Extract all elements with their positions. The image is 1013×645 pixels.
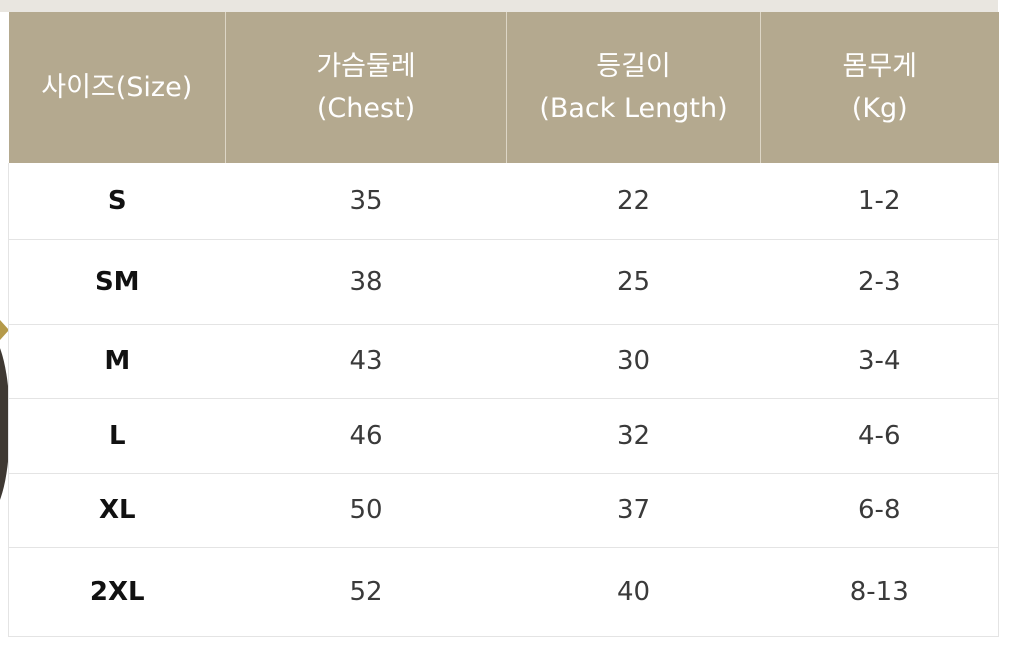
table-row: L 46 32 4-6: [8, 397, 999, 473]
table-row: 2XL 52 40 8-13: [8, 546, 999, 637]
top-background-band: [0, 0, 1013, 12]
back-length-cell: 22: [616, 185, 651, 216]
header-chest-label: 가슴둘레: [316, 50, 416, 82]
back-length-cell: 30: [506, 323, 761, 398]
header-row: 사이즈(Size) 가슴둘레 (Chest) 등길이 (Back Length)…: [8, 12, 999, 163]
size-cell: L: [8, 397, 226, 473]
header-size-label: 사이즈(Size): [41, 71, 193, 103]
size-cell: 2XL: [8, 546, 226, 637]
weight-cell: 6-8: [760, 472, 999, 547]
size-cell: M: [8, 323, 226, 398]
back-length-cell: 37: [506, 472, 761, 547]
header-chest: 가슴둘레 (Chest): [225, 12, 507, 163]
header-back-length-sublabel: (Back Length): [539, 92, 728, 124]
back-length-cell: 25: [506, 238, 761, 324]
table-row: M 43 30 3-4: [8, 323, 999, 398]
right-margin: [998, 0, 1013, 645]
chest-cell: 50: [225, 472, 507, 547]
weight-cell: 2-3: [760, 238, 999, 324]
header-weight: 몸무게 (Kg): [760, 12, 999, 163]
table-row: S 35 22 1-2: [8, 163, 999, 239]
weight-cell: 4-6: [760, 397, 999, 473]
back-length-cell: 32: [506, 397, 761, 473]
chest-cell: 52: [225, 546, 507, 637]
header-weight-label: 몸무게: [842, 50, 918, 82]
weight-cell: 1-2: [760, 163, 999, 239]
table-row: SM 38 25 2-3: [8, 238, 999, 324]
chest-cell: 46: [225, 397, 507, 473]
header-size: 사이즈(Size): [8, 12, 226, 163]
chest-cell: 35: [349, 185, 383, 216]
back-length-cell: 40: [506, 546, 761, 637]
size-chart-table: 사이즈(Size) 가슴둘레 (Chest) 등길이 (Back Length)…: [8, 12, 999, 637]
header-back-length: 등길이 (Back Length): [506, 12, 761, 163]
chest-cell: 38: [225, 238, 507, 324]
weight-cell: 8-13: [760, 546, 999, 637]
header-weight-sublabel: (Kg): [851, 92, 908, 124]
chest-cell: 43: [225, 323, 507, 398]
size-cell: S: [8, 163, 226, 239]
weight-cell: 3-4: [760, 323, 999, 398]
size-cell: XL: [8, 472, 226, 547]
header-back-length-label: 등길이: [596, 50, 671, 82]
size-cell: SM: [8, 238, 226, 324]
table-row: XL 50 37 6-8: [8, 472, 999, 547]
header-chest-sublabel: (Chest): [316, 92, 416, 124]
